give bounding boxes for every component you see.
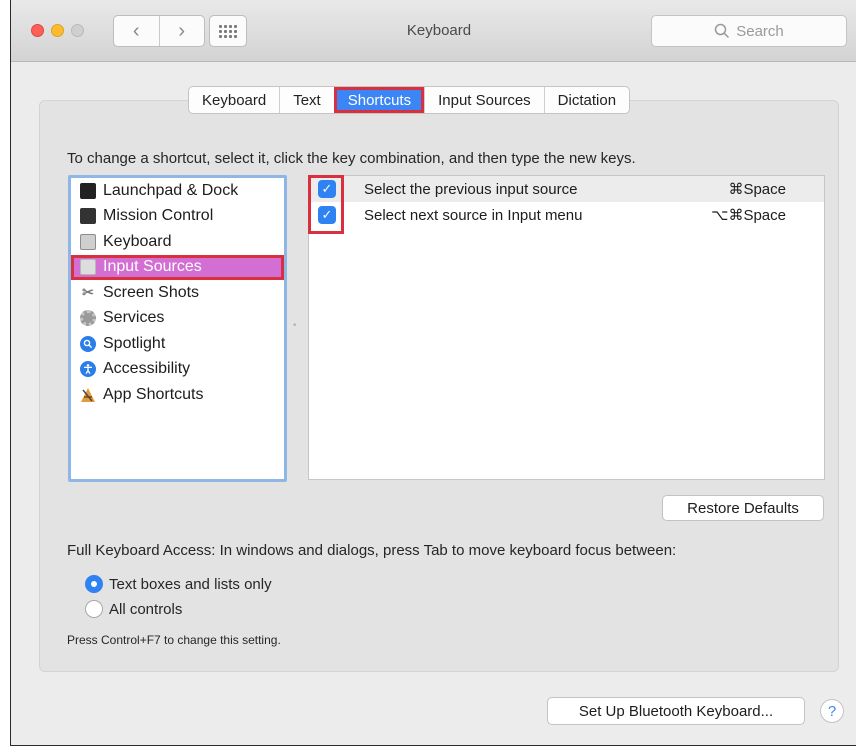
tab-shortcuts[interactable]: Shortcuts xyxy=(333,87,425,113)
shortcut-list[interactable]: ✓ Select the previous input source ⌘Spac… xyxy=(308,175,825,480)
category-services[interactable]: Services xyxy=(71,306,284,332)
help-button[interactable]: ? xyxy=(820,699,844,723)
services-gear-icon xyxy=(80,310,96,327)
tab-dictation[interactable]: Dictation xyxy=(543,87,629,113)
spotlight-icon xyxy=(80,335,96,352)
split-view-handle[interactable]: • xyxy=(293,320,297,332)
shortcut-keys[interactable]: ⌘Space xyxy=(728,180,786,198)
category-label: Keyboard xyxy=(103,232,172,250)
shortcut-label: Select the previous input source xyxy=(364,180,578,198)
accessibility-icon xyxy=(80,361,96,378)
tab-keyboard[interactable]: Keyboard xyxy=(189,87,279,113)
search-icon xyxy=(714,23,730,39)
radio-button[interactable] xyxy=(85,600,103,618)
shortcut-row[interactable]: ✓ Select next source in Input menu ⌥⌘Spa… xyxy=(309,202,824,228)
category-label: Services xyxy=(103,309,165,327)
tab-input-sources[interactable]: Input Sources xyxy=(424,87,544,113)
search-placeholder: Search xyxy=(736,22,784,40)
app-shortcuts-icon xyxy=(80,387,96,403)
radio-button-selected[interactable] xyxy=(85,575,103,593)
checkbox-highlight-box xyxy=(308,175,344,234)
category-screen-shots[interactable]: ✂ Screen Shots xyxy=(71,280,284,306)
tab-bar: Keyboard Text Shortcuts Input Sources Di… xyxy=(188,86,631,114)
radio-text-boxes-lists[interactable]: Text boxes and lists only xyxy=(85,575,272,593)
mission-control-icon xyxy=(80,208,96,225)
category-mission-control[interactable]: Mission Control xyxy=(71,204,284,230)
radio-label: Text boxes and lists only xyxy=(109,575,272,593)
restore-defaults-button[interactable]: Restore Defaults xyxy=(662,495,824,521)
shortcut-instruction: To change a shortcut, select it, click t… xyxy=(67,150,636,167)
category-label: Accessibility xyxy=(103,360,191,378)
radio-label: All controls xyxy=(109,600,183,618)
search-field[interactable]: Search xyxy=(651,15,847,47)
screenshot-icon: ✂ xyxy=(82,284,94,301)
category-keyboard[interactable]: Keyboard xyxy=(71,229,284,255)
category-label: Spotlight xyxy=(103,334,166,352)
category-label: App Shortcuts xyxy=(103,385,204,403)
shortcut-label: Select next source in Input menu xyxy=(364,206,583,224)
category-list[interactable]: Launchpad & Dock Mission Control Keyboar… xyxy=(68,175,287,482)
full-keyboard-access-label: Full Keyboard Access: In windows and dia… xyxy=(67,542,677,559)
input-sources-icon xyxy=(80,259,96,276)
category-spotlight[interactable]: Spotlight xyxy=(71,331,284,357)
radio-all-controls[interactable]: All controls xyxy=(85,600,182,618)
category-accessibility[interactable]: Accessibility xyxy=(71,357,284,383)
shortcut-keys[interactable]: ⌥⌘Space xyxy=(711,206,786,224)
keyboard-preferences-window: ‹ › Keyboard Search Keyboard Text Shortc… xyxy=(10,0,856,746)
keyboard-icon xyxy=(80,233,96,250)
category-input-sources[interactable]: Input Sources xyxy=(71,254,284,280)
category-label: Screen Shots xyxy=(103,283,200,301)
tab-text[interactable]: Text xyxy=(279,87,334,113)
category-launchpad-dock[interactable]: Launchpad & Dock xyxy=(71,178,284,204)
category-label: Input Sources xyxy=(103,258,202,276)
control-f7-hint: Press Control+F7 to change this setting. xyxy=(67,633,281,647)
set-up-bluetooth-keyboard-button[interactable]: Set Up Bluetooth Keyboard... xyxy=(547,697,805,725)
shortcut-row[interactable]: ✓ Select the previous input source ⌘Spac… xyxy=(309,176,824,202)
category-app-shortcuts[interactable]: App Shortcuts xyxy=(71,382,284,408)
category-label: Launchpad & Dock xyxy=(103,181,239,199)
title-bar: ‹ › Keyboard Search xyxy=(11,0,856,62)
category-label: Mission Control xyxy=(103,207,214,225)
launchpad-icon xyxy=(80,182,96,199)
